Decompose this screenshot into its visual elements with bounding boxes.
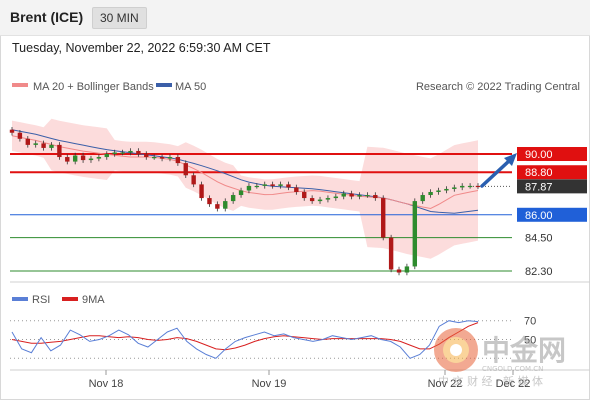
- candle-body: [302, 191, 307, 199]
- watermark-tagline-text: 中 文 财 经 · 新 媒 体: [438, 374, 543, 388]
- rsi-tick-label: 70: [524, 316, 536, 328]
- candle-body: [254, 185, 260, 188]
- candle-body: [452, 187, 457, 189]
- candle-body: [191, 175, 196, 185]
- candle-body: [96, 157, 102, 159]
- candle-body: [388, 237, 394, 270]
- candle-body: [57, 144, 62, 158]
- main-legend: MA 20 + Bollinger Bands MA 50 Research ©…: [12, 81, 580, 93]
- rsi-legend: RSI 9MA: [12, 294, 105, 306]
- legend-label-9ma: 9MA: [82, 294, 105, 306]
- price-level-badges: 90.00 88.80 87.87 86.00 84.50 82.30: [517, 147, 587, 278]
- candle-body: [9, 129, 15, 133]
- watermark-logo: 中金网 CNGOLD.COM.CN 中 文 财 经 · 新 媒 体: [434, 328, 566, 388]
- candle-body: [262, 184, 267, 186]
- rsi-line: [11, 320, 479, 359]
- watermark-domain-text: CNGOLD.COM.CN: [482, 365, 543, 373]
- candle-body: [65, 157, 70, 162]
- candle-body: [223, 201, 228, 209]
- candle-body: [25, 138, 30, 145]
- watermark-emblem-core-icon: [450, 344, 462, 356]
- candle-body: [33, 143, 38, 145]
- level-badge-text: 87.87: [525, 181, 553, 193]
- candle-body: [80, 155, 86, 161]
- forecast-arrow-icon: [480, 153, 517, 188]
- price-chart: MA 20 + Bollinger Bands MA 50 Research ©…: [9, 81, 590, 390]
- level-label-text: 84.50: [525, 233, 553, 245]
- candle-body: [159, 157, 165, 159]
- candle-body: [420, 195, 425, 202]
- candle-body: [357, 195, 362, 197]
- level-badge-text: 90.00: [525, 149, 553, 161]
- candle-body: [215, 204, 220, 209]
- candle-body: [412, 201, 418, 267]
- candle-body: [278, 184, 283, 186]
- candle-body: [238, 190, 244, 196]
- candle-body: [428, 191, 433, 196]
- legend-label-rsi: RSI: [32, 294, 50, 306]
- candle-body: [309, 198, 315, 202]
- candle-body: [183, 163, 188, 176]
- candle-body: [373, 195, 378, 199]
- legend-label-ma20: MA 20 + Bollinger Bands: [33, 81, 154, 93]
- candle-body: [230, 195, 236, 202]
- candle-body: [286, 184, 291, 188]
- legend-label-ma50: MA 50: [175, 81, 206, 93]
- candle-body: [460, 185, 465, 188]
- candle-body: [144, 154, 149, 158]
- candle-body: [444, 188, 449, 191]
- candle-body: [207, 198, 212, 205]
- level-badge-text: 88.80: [525, 167, 553, 179]
- legend-swatch-9ma: [62, 297, 78, 301]
- candle-body: [270, 184, 275, 186]
- candle-body: [396, 269, 402, 273]
- candle-body: [333, 196, 339, 199]
- candle-body: [88, 158, 94, 161]
- watermark-cn-text: 中金网: [482, 334, 566, 367]
- x-tick-label: Nov 19: [252, 378, 287, 390]
- candle-body: [104, 154, 109, 158]
- candle-body: [325, 198, 331, 200]
- candle-body: [436, 190, 441, 192]
- candle-body: [167, 157, 173, 159]
- candle-body: [151, 157, 157, 159]
- candle-body: [120, 152, 125, 154]
- candle-body: [72, 155, 78, 162]
- candle-body: [365, 195, 370, 197]
- legend-swatch-ma50: [156, 83, 172, 87]
- candle-body: [49, 144, 54, 148]
- candle-body: [175, 157, 181, 164]
- candle-body: [381, 198, 386, 238]
- candle-body: [475, 185, 481, 188]
- candle-body: [136, 150, 141, 154]
- candle-body: [41, 143, 46, 148]
- candle-body: [317, 199, 323, 202]
- candle-body: [349, 193, 354, 197]
- candle-body: [199, 184, 204, 199]
- level-label-text: 82.30: [525, 266, 553, 278]
- level-badge-text: 86.00: [525, 210, 553, 222]
- candle-body: [341, 193, 346, 197]
- x-tick-label: Nov 18: [89, 378, 124, 390]
- legend-swatch-ma20: [12, 83, 28, 87]
- candle-body: [404, 266, 410, 273]
- candle-body: [246, 185, 252, 191]
- candle-body: [17, 132, 23, 139]
- credit-label: Research © 2022 Trading Central: [416, 81, 580, 93]
- legend-swatch-rsi: [12, 297, 28, 301]
- candle-body: [112, 152, 117, 154]
- candle-body: [128, 150, 133, 153]
- candle-body: [467, 185, 473, 188]
- candle-body: [294, 187, 299, 192]
